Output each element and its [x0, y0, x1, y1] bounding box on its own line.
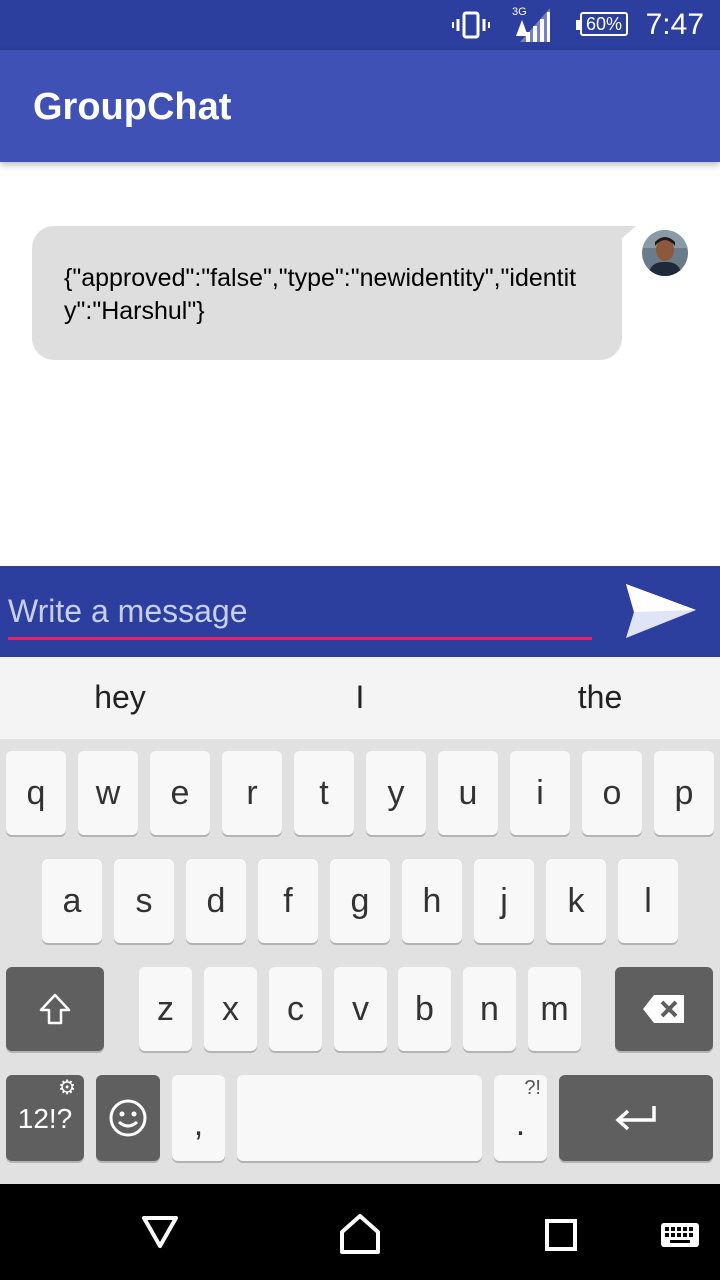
period-hint: ?! [524, 1077, 541, 1099]
key-m[interactable]: m [528, 967, 581, 1051]
comma-key[interactable]: , [172, 1075, 225, 1161]
enter-icon [615, 1106, 656, 1131]
key-f[interactable]: f [258, 859, 318, 943]
key-q[interactable]: q [6, 751, 66, 835]
vibrate-icon [452, 11, 490, 39]
key-u[interactable]: u [438, 751, 498, 835]
suggestion-3[interactable]: the [480, 679, 720, 716]
keyboard-icon[interactable] [660, 1222, 700, 1248]
enter-key[interactable] [559, 1075, 713, 1161]
key-v[interactable]: v [334, 967, 387, 1051]
backspace-key[interactable] [615, 967, 713, 1051]
message-text: {"approved":"false","type":"newidentity"… [64, 264, 577, 325]
battery-level: 60% [585, 14, 623, 34]
keyboard: q w e r t y u i o p a s d f g h j k l z … [0, 739, 720, 1184]
key-y[interactable]: y [366, 751, 426, 835]
space-key[interactable] [237, 1075, 482, 1161]
recents-icon[interactable] [544, 1218, 578, 1252]
gear-icon: ⚙ [58, 1077, 76, 1099]
period-key-label: . [515, 1105, 526, 1143]
key-s[interactable]: s [114, 859, 174, 943]
back-icon[interactable] [140, 1212, 180, 1252]
home-icon[interactable] [338, 1212, 382, 1256]
symbols-key-label: 12!? [17, 1103, 73, 1134]
key-h[interactable]: h [402, 859, 462, 943]
key-p[interactable]: p [654, 751, 714, 835]
key-z[interactable]: z [139, 967, 192, 1051]
key-n[interactable]: n [463, 967, 516, 1051]
status-bar: 3G 60% 7:47 [0, 0, 720, 50]
key-k[interactable]: k [546, 859, 606, 943]
symbols-key[interactable]: ⚙ 12!? [6, 1075, 84, 1161]
key-j[interactable]: j [474, 859, 534, 943]
clock: 7:47 [645, 8, 704, 41]
key-t[interactable]: t [294, 751, 354, 835]
suggestion-2[interactable]: I [240, 679, 480, 716]
navigation-bar [0, 1184, 720, 1280]
key-g[interactable]: g [330, 859, 390, 943]
send-icon[interactable] [622, 582, 698, 640]
emoji-icon [109, 1099, 147, 1137]
avatar[interactable] [642, 230, 688, 276]
key-a[interactable]: a [42, 859, 102, 943]
suggestion-1[interactable]: hey [0, 679, 240, 716]
signal-icon: 3G [512, 6, 552, 42]
emoji-key[interactable] [96, 1075, 160, 1161]
suggestion-strip: hey I the [0, 657, 720, 739]
key-o[interactable]: o [582, 751, 642, 835]
key-r[interactable]: r [222, 751, 282, 835]
shift-key[interactable] [6, 967, 104, 1051]
input-underline [8, 637, 592, 640]
key-x[interactable]: x [204, 967, 257, 1051]
key-i[interactable]: i [510, 751, 570, 835]
shift-icon [39, 993, 71, 1025]
key-c[interactable]: c [269, 967, 322, 1051]
key-b[interactable]: b [398, 967, 451, 1051]
backspace-icon [643, 995, 684, 1023]
comma-key-label: , [193, 1105, 204, 1143]
app-bar: GroupChat [0, 50, 720, 162]
bubble-tail [620, 226, 636, 240]
key-l[interactable]: l [618, 859, 678, 943]
battery-icon: 60% [576, 12, 628, 36]
key-d[interactable]: d [186, 859, 246, 943]
message-input[interactable] [8, 590, 592, 632]
period-key[interactable]: ?! . [494, 1075, 547, 1161]
composer-bar [0, 566, 720, 657]
key-w[interactable]: w [78, 751, 138, 835]
key-e[interactable]: e [150, 751, 210, 835]
app-title: GroupChat [33, 86, 232, 128]
message-bubble[interactable]: {"approved":"false","type":"newidentity"… [32, 226, 622, 360]
